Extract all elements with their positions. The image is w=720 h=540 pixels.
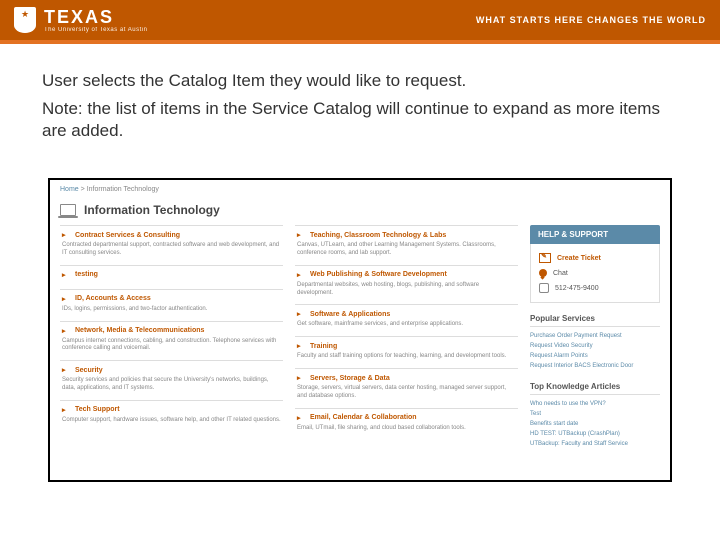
- phone-icon: [539, 283, 549, 293]
- catalog-tile[interactable]: ▸ Training Faculty and staff training opti…: [295, 336, 518, 368]
- chat-icon: [539, 269, 547, 277]
- tile-icon: ▸: [62, 231, 70, 239]
- tile-desc: Security services and policies that secu…: [62, 377, 281, 393]
- brand-subtitle: The University of Texas at Austin: [44, 27, 147, 33]
- kb-list: Who needs to use the VPN?TestBenefits st…: [530, 399, 660, 449]
- tile-desc: Storage, servers, virtual servers, data …: [297, 385, 516, 401]
- kb-header: Top Knowledge Articles: [530, 379, 660, 395]
- catalog-tile[interactable]: ▸ Tech Support Computer support, hardware …: [60, 400, 283, 432]
- catalog-screenshot: Home > Information Technology Informatio…: [48, 178, 672, 482]
- tile-desc: IDs, logins, permissions, and two-factor…: [62, 306, 281, 314]
- side-link[interactable]: Test: [530, 409, 660, 419]
- logo: TEXAS The University of Texas at Austin: [14, 7, 147, 33]
- tile-title: Training: [310, 343, 337, 350]
- catalog-tile[interactable]: ▸ Servers, Storage & Data Storage, servers…: [295, 368, 518, 408]
- instruction-text: User selects the Catalog Item they would…: [42, 70, 678, 92]
- tile-title: Teaching, Classroom Technology & Labs: [310, 232, 446, 239]
- catalog-tile[interactable]: ▸ Security Security services and policies …: [60, 360, 283, 400]
- phone-row: 512-475-9400: [539, 280, 651, 296]
- catalog-title: Information Technology: [84, 203, 220, 217]
- side-link[interactable]: Request Interior BACS Electronic Door: [530, 361, 660, 371]
- chat-link[interactable]: Chat: [539, 266, 651, 280]
- tile-desc: Faculty and staff training options for t…: [297, 353, 516, 361]
- catalog-column-left: ▸ Contract Services & Consulting Contracte…: [60, 225, 283, 449]
- tile-icon: ▸: [297, 231, 305, 239]
- tile-desc: Contracted departmental support, contrac…: [62, 242, 281, 258]
- breadcrumb-current: Information Technology: [87, 186, 159, 193]
- create-ticket-label: Create Ticket: [557, 255, 601, 262]
- brand-name: TEXAS: [44, 7, 114, 27]
- tile-title: Web Publishing & Software Development: [310, 271, 447, 278]
- catalog-tile[interactable]: ▸ Email, Calendar & Collaboration Email, U…: [295, 408, 518, 440]
- create-ticket-link[interactable]: Create Ticket: [539, 250, 651, 266]
- tile-title: ID, Accounts & Access: [75, 295, 151, 302]
- side-link[interactable]: Purchase Order Payment Request: [530, 331, 660, 341]
- tagline: WHAT STARTS HERE CHANGES THE WORLD: [476, 15, 706, 25]
- catalog-column-right: ▸ Teaching, Classroom Technology & Labs Ca…: [295, 225, 518, 449]
- phone-number: 512-475-9400: [555, 285, 599, 292]
- tile-icon: ▸: [297, 310, 305, 318]
- tile-icon: ▸: [297, 414, 305, 422]
- catalog-tile[interactable]: ▸ Web Publishing & Software Development De…: [295, 265, 518, 305]
- help-header: HELP & SUPPORT: [530, 225, 660, 244]
- tile-title: Email, Calendar & Collaboration: [310, 414, 417, 421]
- brand-header: TEXAS The University of Texas at Austin …: [0, 0, 720, 40]
- tile-title: Servers, Storage & Data: [310, 375, 390, 382]
- shield-icon: [14, 7, 36, 33]
- side-link[interactable]: Who needs to use the VPN?: [530, 399, 660, 409]
- catalog-tile[interactable]: ▸ testing: [60, 265, 283, 289]
- tile-title: Contract Services & Consulting: [75, 232, 180, 239]
- tile-desc: Campus internet connections, cabling, an…: [62, 338, 281, 354]
- tile-icon: ▸: [62, 406, 70, 414]
- tile-desc: Departmental websites, web hosting, blog…: [297, 282, 516, 298]
- tile-desc: Computer support, hardware issues, softw…: [62, 417, 281, 425]
- tile-title: Software & Applications: [310, 311, 390, 318]
- tile-icon: ▸: [62, 366, 70, 374]
- catalog-tile[interactable]: ▸ Teaching, Classroom Technology & Labs Ca…: [295, 225, 518, 265]
- catalog-tile[interactable]: ▸ ID, Accounts & Access IDs, logins, permi…: [60, 289, 283, 321]
- catalog-tile[interactable]: ▸ Contract Services & Consulting Contracte…: [60, 225, 283, 265]
- side-link[interactable]: HD TEST: UTBackup (CrashPlan): [530, 429, 660, 439]
- tile-icon: ▸: [62, 295, 70, 303]
- breadcrumb-home[interactable]: Home: [60, 186, 79, 193]
- side-link[interactable]: Request Alarm Points: [530, 351, 660, 361]
- tile-desc: Get software, mainframe services, and en…: [297, 321, 516, 329]
- tile-title: Tech Support: [75, 406, 120, 413]
- tile-title: testing: [75, 271, 98, 278]
- breadcrumb-sep: >: [81, 186, 85, 193]
- tile-icon: ▸: [297, 374, 305, 382]
- sidebar: HELP & SUPPORT Create Ticket Chat 512-47…: [530, 225, 660, 449]
- note-text: Note: the list of items in the Service C…: [42, 98, 678, 142]
- tile-title: Security: [75, 367, 103, 374]
- side-link[interactable]: Request Video Security: [530, 341, 660, 351]
- tile-icon: ▸: [62, 271, 70, 279]
- breadcrumb: Home > Information Technology: [50, 180, 670, 199]
- catalog-tile[interactable]: ▸ Network, Media & Telecommunications Camp…: [60, 321, 283, 361]
- laptop-icon: [60, 204, 76, 216]
- tile-desc: Email, UTmail, file sharing, and cloud b…: [297, 425, 516, 433]
- tile-desc: Canvas, UTLearn, and other Learning Mana…: [297, 242, 516, 258]
- tile-icon: ▸: [62, 327, 70, 335]
- popular-header: Popular Services: [530, 311, 660, 327]
- tile-title: Network, Media & Telecommunications: [75, 327, 204, 334]
- chat-label: Chat: [553, 270, 568, 277]
- side-link[interactable]: UTBackup: Faculty and Staff Service: [530, 439, 660, 449]
- side-link[interactable]: Benefits start date: [530, 419, 660, 429]
- tile-icon: ▸: [297, 271, 305, 279]
- ticket-icon: [539, 253, 551, 263]
- tile-icon: ▸: [297, 342, 305, 350]
- help-box: Create Ticket Chat 512-475-9400: [530, 244, 660, 303]
- popular-list: Purchase Order Payment RequestRequest Vi…: [530, 331, 660, 371]
- catalog-title-row: Information Technology: [50, 199, 670, 225]
- catalog-tile[interactable]: ▸ Software & Applications Get software, ma…: [295, 304, 518, 336]
